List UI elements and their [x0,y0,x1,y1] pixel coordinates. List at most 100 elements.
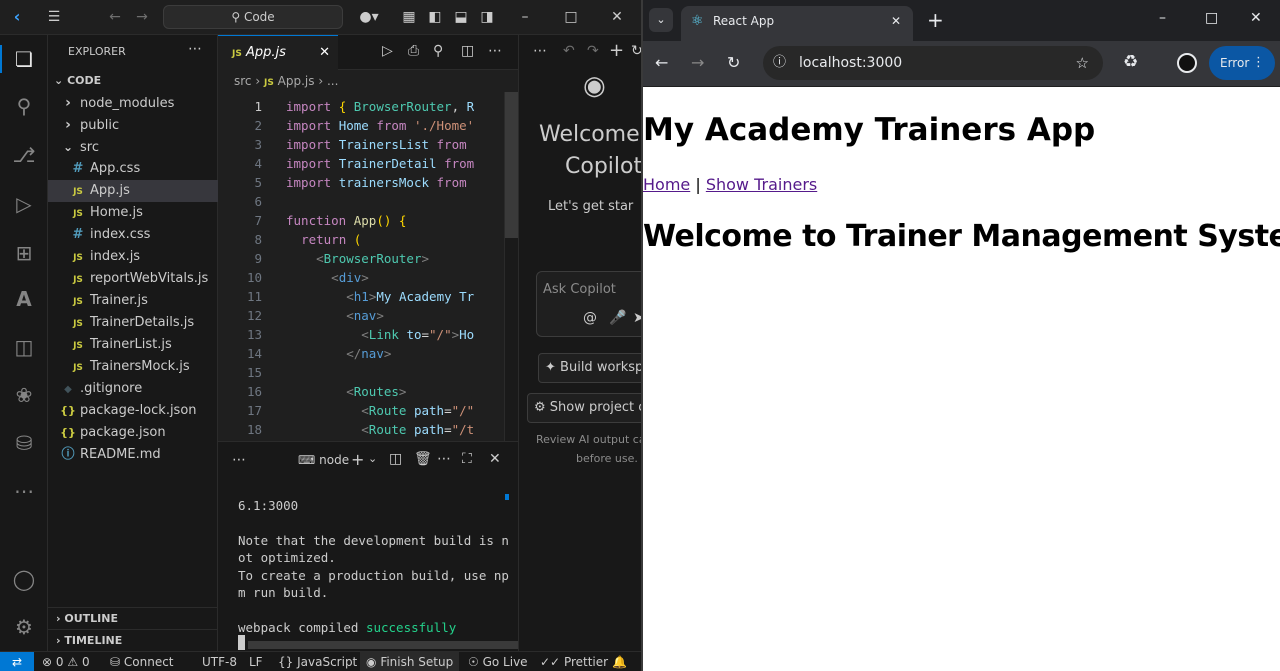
language-mode[interactable]: {} JavaScript [278,652,357,671]
ask-copilot-input[interactable]: Ask Copilot @ 🎤 ➤ [536,271,641,337]
code-line[interactable]: 3 import TrainersList from [218,135,518,154]
maximize-panel-icon[interactable]: ⛶ [462,451,472,467]
more-views-icon[interactable]: ⋯ [10,477,38,505]
preview-icon[interactable]: ⚲ [433,43,443,59]
panel-more-icon[interactable]: ⋯ [232,452,246,468]
print-icon[interactable]: ⎙ [408,43,419,59]
breadcrumb-folder[interactable]: src [234,74,252,88]
split-editor-icon[interactable]: ◫ [461,43,474,59]
breadcrumb-symbol[interactable]: ... [327,74,338,88]
show-project-button[interactable]: ⚙ Show project c [527,393,641,423]
kebab-menu-icon[interactable]: ⋮ [1252,46,1265,80]
chat-more-icon[interactable]: ⋯ [533,43,547,59]
code-line[interactable]: 17 <Route path="/" [218,401,518,420]
code-line[interactable]: 8 return ( [218,230,518,249]
error-profile-button[interactable]: Error ⋮ [1209,46,1275,80]
explorer-item[interactable]: JS index.js [48,246,218,268]
explorer-item[interactable]: {} package-lock.json [48,400,218,422]
explorer-item[interactable]: ⓘ README.md [48,444,218,466]
chevron-down-icon[interactable]: ⌄ [368,452,377,465]
code-line[interactable]: 13 <Link to="/">Ho [218,325,518,344]
code-line[interactable]: 2 import Home from './Home' [218,116,518,135]
explorer-item[interactable]: JS Trainer.js [48,290,218,312]
forward-arrow-icon[interactable]: → [691,53,704,72]
address-bar[interactable]: ⓘ localhost:3000 ☆ [763,46,1103,80]
maximize-icon[interactable]: □ [1205,10,1218,26]
code-line[interactable]: 15 [218,363,518,382]
browser-tab[interactable]: ⚛ React App ✕ [681,6,913,41]
close-tab-icon[interactable]: ✕ [891,6,901,36]
toggle-secondary-sidebar-icon[interactable]: ◨ [478,8,496,26]
menu-icon[interactable]: ☰ [45,8,63,26]
editor-more-icon[interactable]: ⋯ [488,43,502,59]
containers-icon[interactable]: ◫ [10,333,38,361]
close-window-icon[interactable]: ✕ [608,8,626,26]
code-line[interactable]: 9 <BrowserRouter> [218,249,518,268]
microphone-icon[interactable]: 🎤 [609,310,626,326]
split-terminal-icon[interactable]: ◫ [389,451,402,467]
source-control-icon[interactable]: ⎇ [10,141,38,169]
code-line[interactable]: 5 import trainersMock from [218,173,518,192]
connect-button[interactable]: ⛁ Connect [110,652,174,671]
home-link[interactable]: Home [643,175,690,194]
remote-indicator-icon[interactable]: ⇄ [0,652,34,671]
extensions-icon[interactable]: ⊞ [10,239,38,267]
undo-icon[interactable]: ↶ [563,43,575,59]
tab-search-icon[interactable]: ⌄ [649,8,673,32]
workspace-root[interactable]: ⌄ CODE [48,70,218,92]
code-line[interactable]: 1 import { BrowserRouter, R [218,97,518,116]
go-live-button[interactable]: ☉ Go Live [468,652,528,671]
new-chat-icon[interactable]: + [609,40,624,61]
tab-app-js[interactable]: JS App.js ✕ [218,35,338,70]
close-tab-icon[interactable]: ✕ [319,36,330,70]
code-line[interactable]: 16 <Routes> [218,382,518,401]
build-workspace-button[interactable]: ✦ Build worksp [538,353,641,383]
notifications-bell-icon[interactable]: 🔔 [612,652,627,671]
customize-layout-icon[interactable]: ▦ [400,8,418,26]
explorer-more-icon[interactable]: ⋯ [188,41,202,57]
explorer-item[interactable]: JS Home.js [48,202,218,224]
explorer-item[interactable]: JS TrainerList.js [48,334,218,356]
toggle-sidebar-icon[interactable]: ◧ [426,8,444,26]
close-window-icon[interactable]: ✕ [1250,10,1262,26]
send-icon[interactable]: ➤ [633,310,641,326]
profile-avatar[interactable] [1177,53,1197,73]
prettier-status[interactable]: ✓✓ Prettier [540,652,608,671]
explorer-item[interactable]: › node_modules [48,92,218,114]
explorer-item[interactable]: JS App.js [48,180,218,202]
explorer-item[interactable]: # index.css [48,224,218,246]
toggle-panel-icon[interactable]: ⬓ [452,8,470,26]
explorer-item[interactable]: {} package.json [48,422,218,444]
explorer-item[interactable]: ⌄ src [48,136,218,158]
new-terminal-icon[interactable]: + [351,450,364,469]
database-icon[interactable]: ⛁ [10,429,38,457]
back-arrow-icon[interactable]: ← [655,53,668,72]
explorer-item[interactable]: JS reportWebVitals.js [48,268,218,290]
close-panel-icon[interactable]: ✕ [489,451,501,467]
eol-indicator[interactable]: LF [249,652,263,671]
breadcrumb-file[interactable]: App.js [278,74,315,88]
back-arrow-icon[interactable]: ← [106,8,124,26]
code-line[interactable]: 10 <div> [218,268,518,287]
search-view-icon[interactable]: ⚲ [10,92,38,120]
code-line[interactable]: 6 [218,192,518,211]
terminal-more-icon[interactable]: ⋯ [437,451,451,467]
finish-setup-button[interactable]: ◉ Finish Setup [360,652,460,671]
minimize-icon[interactable]: – [516,8,534,26]
azure-icon[interactable]: A [10,285,38,313]
timeline-section[interactable]: › TIMELINE [48,629,218,651]
explorer-item[interactable]: › public [48,114,218,136]
site-info-icon[interactable]: ⓘ [773,46,786,80]
kill-terminal-icon[interactable]: 🗑 [414,451,432,467]
code-line[interactable]: 4 import TrainerDetail from [218,154,518,173]
forward-arrow-icon[interactable]: → [133,8,151,26]
code-line[interactable]: 7 function App() { [218,211,518,230]
code-line[interactable]: 12 <nav> [218,306,518,325]
mention-icon[interactable]: @ [583,310,597,326]
run-icon[interactable]: ▷ [382,43,393,59]
redo-icon[interactable]: ↷ [587,43,599,59]
reload-icon[interactable]: ↻ [727,53,740,72]
explorer-item[interactable]: # App.css [48,158,218,180]
copilot-menu-icon[interactable]: ●▾ [355,8,383,26]
minimize-icon[interactable]: – [1159,10,1166,26]
